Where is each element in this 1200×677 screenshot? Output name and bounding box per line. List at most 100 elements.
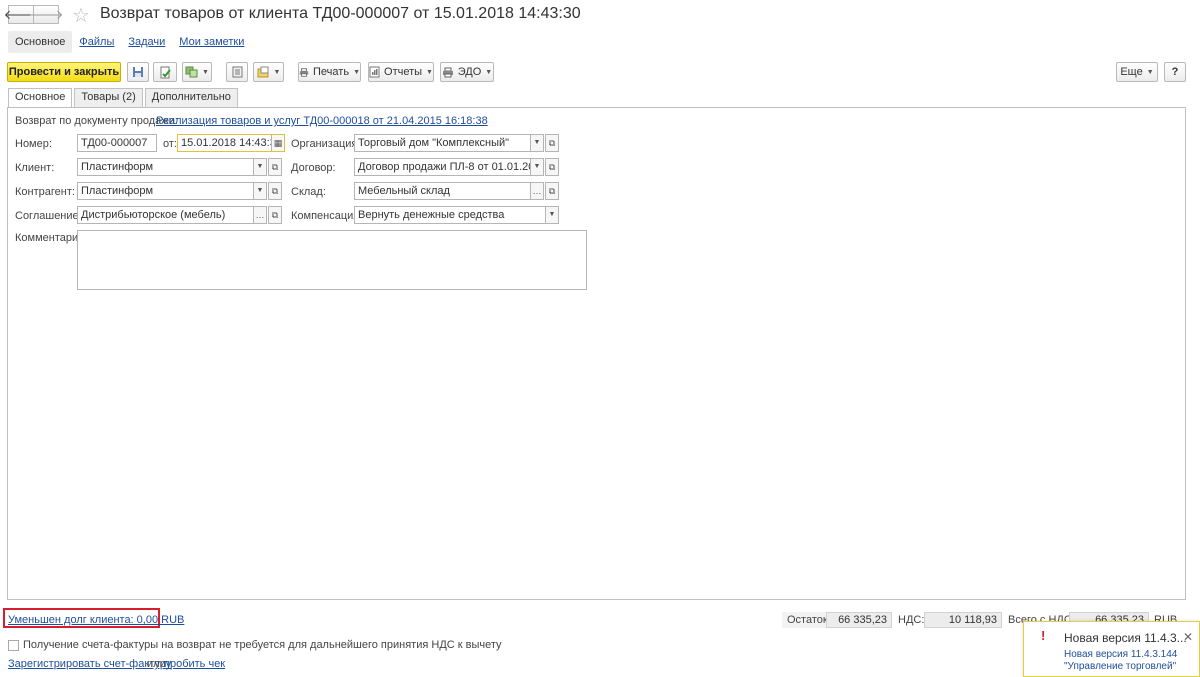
open-icon: ⧉ — [271, 209, 279, 220]
balance-value: 66 335,23 — [826, 612, 892, 628]
edo-button[interactable]: ЭДО ▼ — [440, 62, 494, 82]
tab-goods[interactable]: Товары (2) — [74, 88, 143, 107]
nav-notes[interactable]: Мои заметки — [172, 31, 251, 53]
organization-value: Торговый дом "Комплексный" — [358, 137, 510, 149]
date-field[interactable]: 15.01.2018 14:43:30 ▦ — [177, 134, 285, 152]
attachments-button[interactable]: ▼ — [253, 62, 284, 82]
open-contract-button[interactable]: ⧉ — [545, 158, 559, 176]
arrow-right-icon: 🡒 — [28, 6, 64, 22]
chevron-down-icon: ▼ — [202, 68, 209, 76]
post-and-close-label: Провести и закрыть — [8, 66, 120, 78]
contract-field[interactable]: Договор продажи ПЛ-8 от 01.01.2010 ▼ — [354, 158, 544, 176]
close-icon[interactable]: ✕ — [1183, 630, 1193, 644]
reports-button[interactable]: Отчеты ▼ — [368, 62, 434, 82]
compensation-field[interactable]: Вернуть денежные средства ▼ — [354, 206, 559, 224]
comment-textarea[interactable] — [77, 230, 587, 290]
reports-label: Отчеты — [384, 66, 423, 78]
organization-field[interactable]: Торговый дом "Комплексный" ▼ — [354, 134, 544, 152]
post-and-close-button[interactable]: Провести и закрыть — [7, 62, 121, 82]
document-list-icon — [232, 66, 242, 78]
date-value: 15.01.2018 14:43:30 — [181, 137, 282, 149]
save-button[interactable] — [127, 62, 149, 82]
invoice-not-required-label: Получение счета-фактуры на возврат не тр… — [23, 639, 502, 651]
open-icon: ⧉ — [548, 185, 556, 196]
sale-doc-link[interactable]: Реализация товаров и услуг ТД00-000018 о… — [156, 115, 488, 127]
print-button[interactable]: Печать ▼ — [298, 62, 361, 82]
edo-label: ЭДО — [457, 66, 482, 78]
client-value: Пластинформ — [81, 161, 154, 173]
agreement-field[interactable]: Дистрибьюторское (мебель) … — [77, 206, 267, 224]
nav-tasks[interactable]: Задачи — [121, 31, 172, 53]
warehouse-value: Мебельный склад — [358, 185, 450, 197]
client-field[interactable]: Пластинформ ▼ — [77, 158, 267, 176]
open-client-button[interactable]: ⧉ — [268, 158, 282, 176]
vat-value: 10 118,93 — [924, 612, 1002, 628]
debt-link[interactable]: Уменьшен долг клиента: 0,00 RUB — [8, 614, 184, 626]
post-button[interactable] — [153, 62, 177, 82]
chevron-down-icon: ▼ — [426, 68, 433, 76]
create-based-on-button[interactable]: ▼ — [182, 62, 212, 82]
client-label: Клиент: — [15, 162, 55, 174]
top-navigation: Основное Файлы Задачи Мои заметки — [8, 30, 251, 54]
open-warehouse-button[interactable]: ⧉ — [545, 182, 559, 200]
balance-label: Остаток: — [787, 614, 831, 626]
new-version-notification[interactable]: ! Новая версия 11.4.3... ✕ Новая версия … — [1023, 621, 1200, 677]
or-text: или — [147, 658, 166, 670]
sale-doc-label: Возврат по документу продажи: — [15, 115, 178, 127]
edo-icon — [442, 67, 453, 77]
more-label: Еще — [1120, 66, 1143, 78]
save-icon — [133, 67, 143, 77]
notification-line-2[interactable]: "Управление торговлей" — [1064, 661, 1176, 672]
help-button[interactable]: ? — [1164, 62, 1186, 82]
main-tab-panel — [7, 107, 1186, 600]
favorite-star-icon[interactable]: ☆ — [72, 3, 90, 28]
counterparty-label: Контрагент: — [15, 186, 75, 198]
more-button[interactable]: Еще ▼ — [1116, 62, 1158, 82]
print-label: Печать — [313, 66, 350, 78]
notification-title: Новая версия 11.4.3... — [1064, 631, 1187, 645]
print-receipt-link[interactable]: пробить чек — [164, 658, 225, 670]
warehouse-field[interactable]: Мебельный склад … — [354, 182, 544, 200]
report-structure-button[interactable] — [226, 62, 248, 82]
nav-main[interactable]: Основное — [8, 31, 73, 53]
chevron-down-icon[interactable]: ▼ — [253, 183, 266, 199]
compensation-label: Компенсация: — [291, 210, 363, 222]
open-agreement-button[interactable]: ⧉ — [268, 206, 282, 224]
open-icon: ⧉ — [271, 161, 279, 172]
chevron-down-icon[interactable]: ▼ — [530, 159, 543, 175]
calendar-icon[interactable]: ▦ — [271, 135, 284, 151]
notification-line-1[interactable]: Новая версия 11.4.3.144 — [1064, 649, 1177, 660]
exclamation-icon: ! — [1041, 628, 1046, 643]
vat-label: НДС: — [898, 614, 925, 626]
page-title: Возврат товаров от клиента ТД00-000007 о… — [100, 5, 581, 22]
chevron-down-icon[interactable]: ▼ — [253, 159, 266, 175]
forward-button[interactable]: 🡒 — [29, 5, 63, 24]
tab-main[interactable]: Основное — [8, 88, 73, 108]
agreement-label: Соглашение: — [15, 210, 82, 222]
chevron-down-icon[interactable]: ▼ — [545, 207, 558, 223]
printer-icon — [299, 67, 309, 77]
organization-label: Организация: — [291, 138, 361, 150]
agreement-value: Дистрибьюторское (мебель) — [81, 209, 226, 221]
open-counterparty-button[interactable]: ⧉ — [268, 182, 282, 200]
chevron-down-icon[interactable]: ▼ — [530, 135, 543, 151]
counterparty-field[interactable]: Пластинформ ▼ — [77, 182, 267, 200]
compensation-value: Вернуть денежные средства — [358, 209, 505, 221]
nav-files[interactable]: Файлы — [72, 31, 121, 53]
chevron-down-icon: ▼ — [353, 68, 360, 76]
chevron-down-icon: ▼ — [273, 68, 281, 76]
number-label: Номер: — [15, 138, 52, 150]
date-label: от: — [163, 138, 177, 150]
form-tabs: Основное Товары (2) Дополнительно — [8, 88, 240, 108]
select-ellipsis-icon[interactable]: … — [253, 207, 266, 223]
select-ellipsis-icon[interactable]: … — [530, 183, 543, 199]
folder-document-icon — [257, 66, 269, 78]
number-field[interactable]: ТД00-000007 — [77, 134, 157, 152]
open-organization-button[interactable]: ⧉ — [545, 134, 559, 152]
report-icon — [369, 66, 380, 78]
invoice-not-required-checkbox[interactable] — [8, 640, 19, 651]
help-icon: ? — [1171, 66, 1179, 78]
tab-additional[interactable]: Дополнительно — [144, 88, 238, 107]
open-icon: ⧉ — [548, 137, 556, 148]
contract-value: Договор продажи ПЛ-8 от 01.01.2010 — [358, 161, 544, 173]
